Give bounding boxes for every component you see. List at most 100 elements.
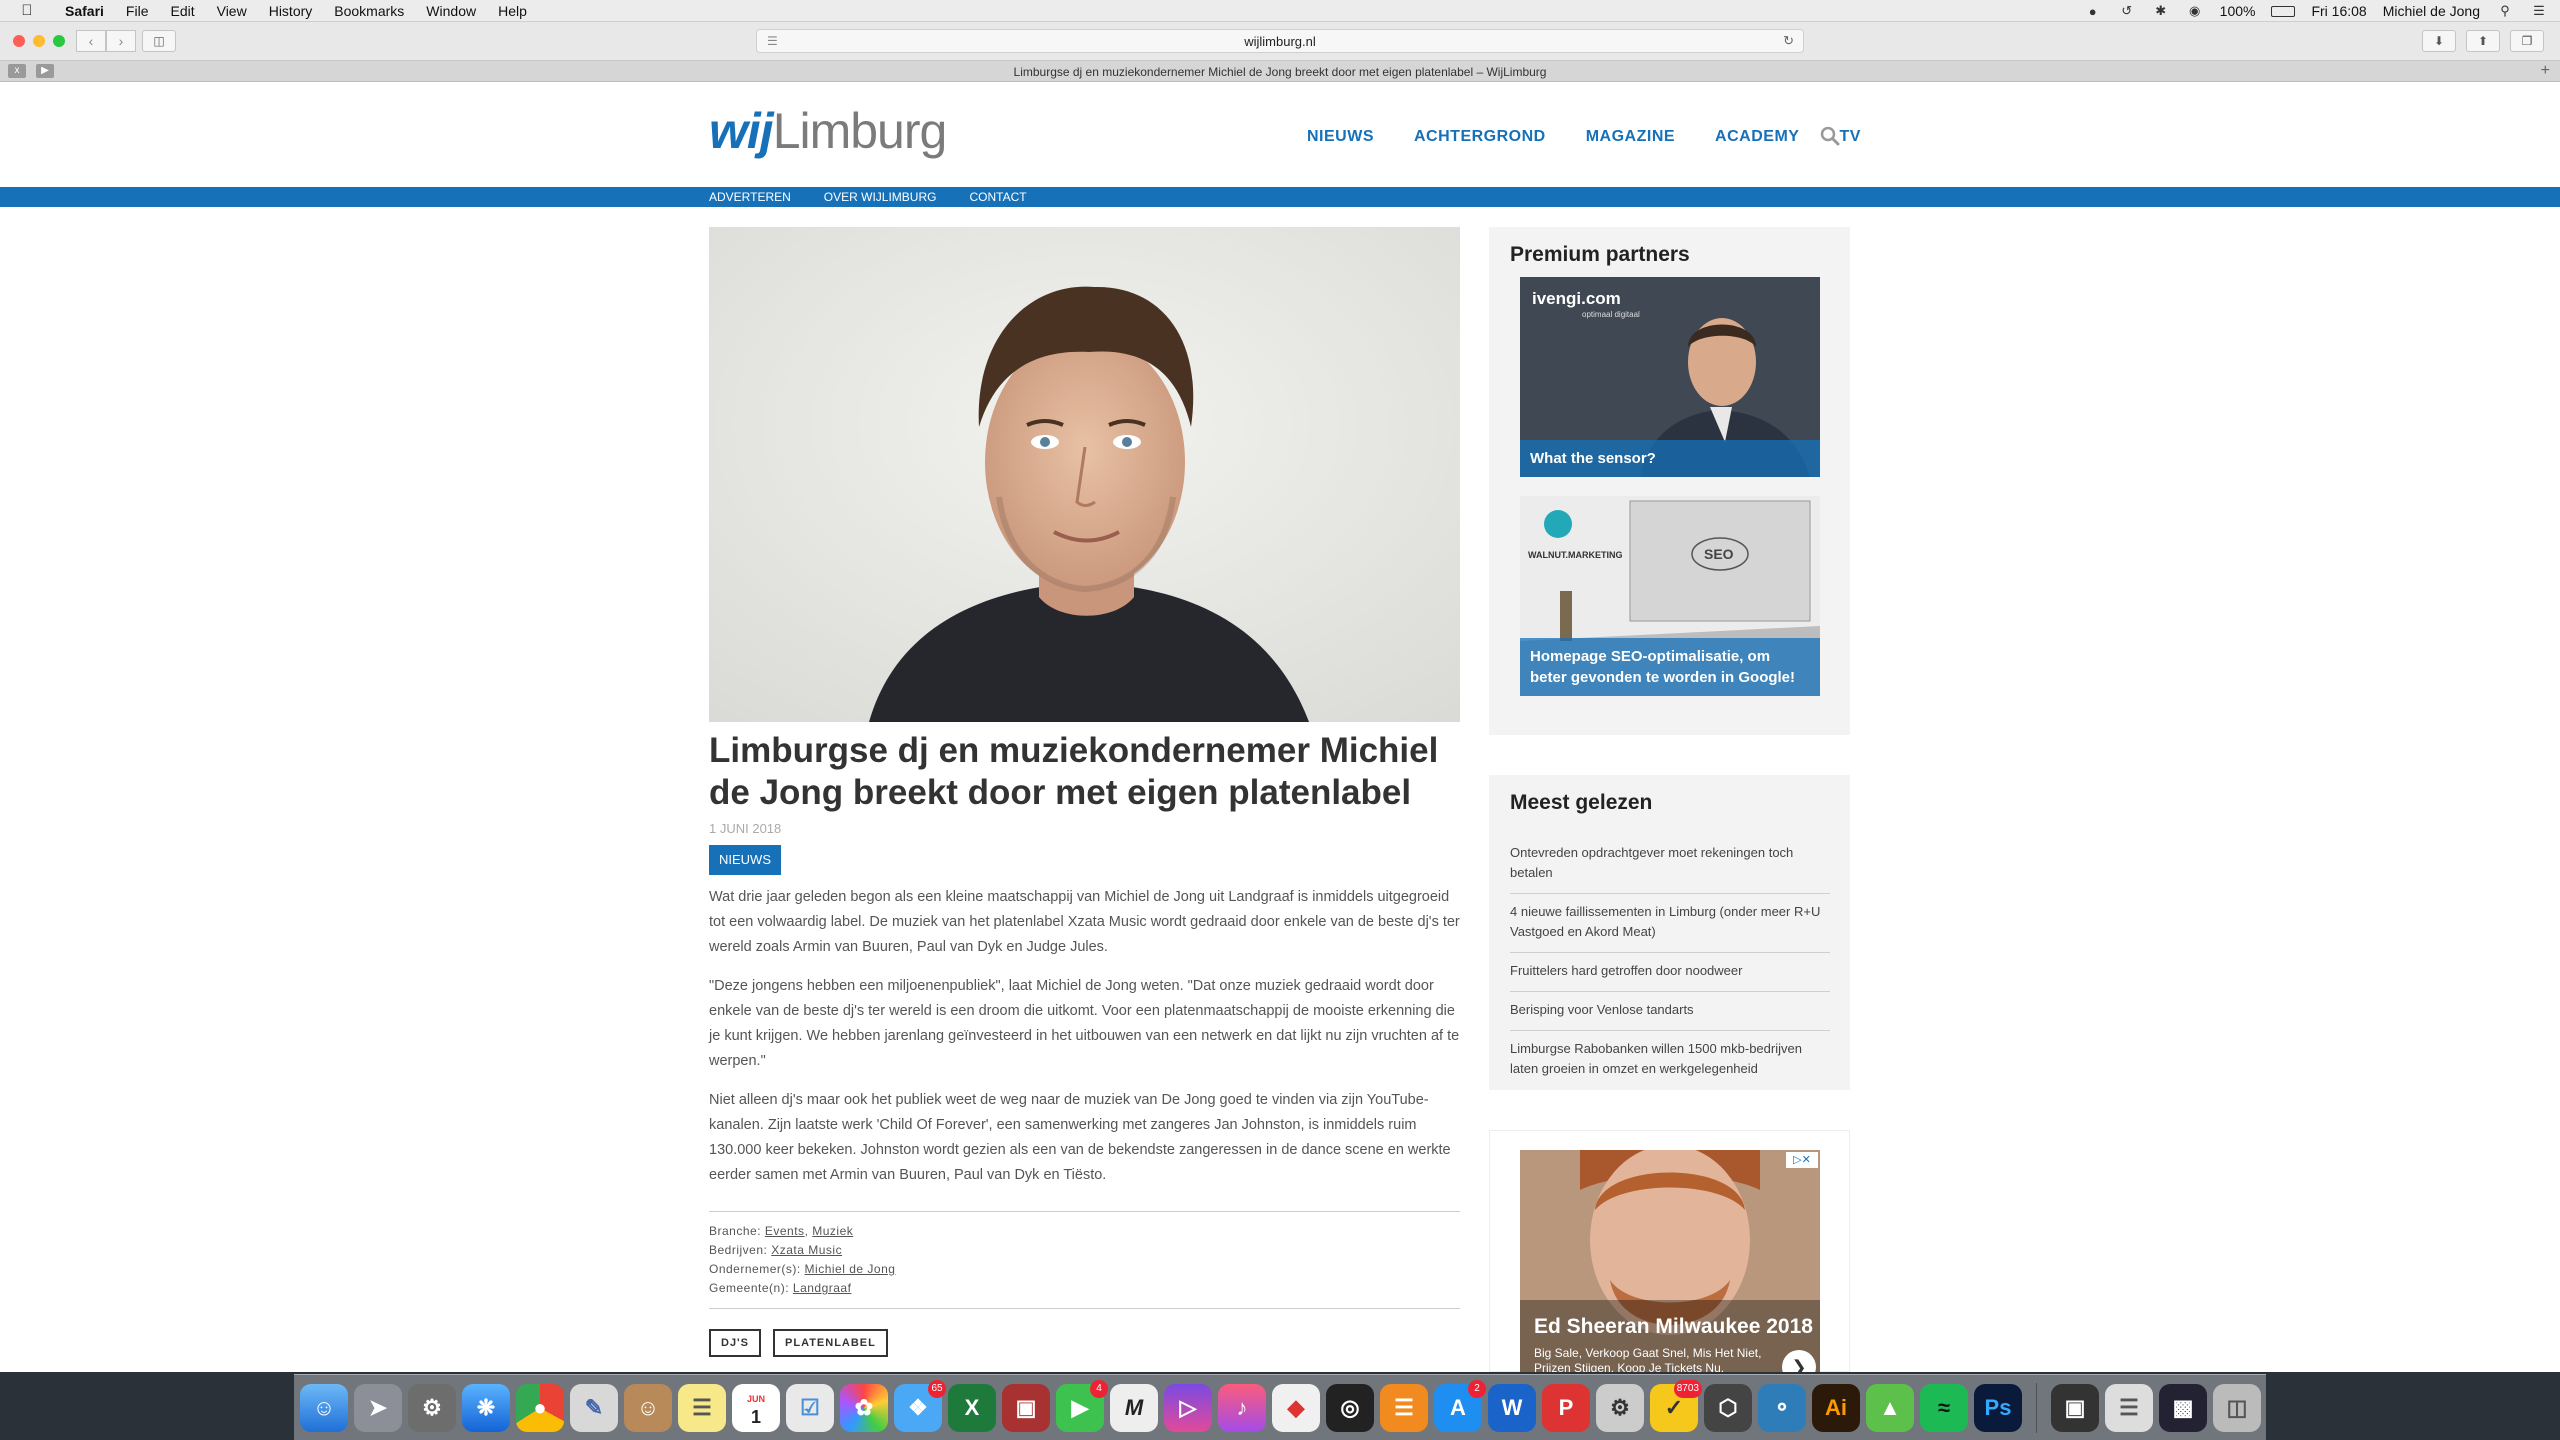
menu-view[interactable]: View [206,0,258,22]
new-tab-button[interactable]: + [2541,62,2550,80]
meta-bedrijven-link[interactable]: Xzata Music [771,1243,842,1257]
wifi-icon[interactable]: ◉ [2186,3,2204,18]
network-icon[interactable]: ⚬ [1758,1383,1806,1432]
nav-nieuws[interactable]: NIEUWS [1307,128,1374,146]
notes-icon[interactable]: ☰ [678,1383,726,1432]
system-preferences-icon[interactable]: ⚙ [408,1383,456,1432]
messages-icon[interactable]: ❖ 65 [894,1379,946,1432]
menu-app-name[interactable]: Safari [54,0,115,22]
category-badge[interactable]: NIEUWS [709,845,781,875]
finder-icon[interactable]: ☺ [300,1383,348,1432]
partner-walnut-brand: WALNUT.MARKETING [1528,550,1623,560]
divider [709,1211,1460,1212]
partner-walnut-caption: Homepage SEO-optimalisatie, om beter gev… [1520,638,1820,696]
close-window-button[interactable] [13,35,25,47]
reload-icon[interactable]: ↻ [1783,33,1794,49]
menu-history[interactable]: History [258,0,324,22]
menu-help[interactable]: Help [487,0,538,22]
subnav-contact[interactable]: CONTACT [969,190,1026,204]
image-stack-icon[interactable]: ▣ [2051,1383,2099,1432]
sidebar-toggle-button[interactable]: ◫ [142,30,176,52]
forward-button[interactable]: › [106,30,136,52]
reminders-icon[interactable]: ☑ [786,1383,834,1432]
photos-icon[interactable]: ✿ [840,1383,888,1432]
tag-platenlabel[interactable]: PLATENLABEL [773,1329,888,1357]
excel-icon[interactable]: X [948,1383,996,1432]
nav-achtergrond[interactable]: ACHTERGROND [1414,128,1546,146]
meta-gemeente-link[interactable]: Landgraaf [793,1281,852,1295]
most-read-item[interactable]: 4 nieuwe faillissementen in Limburg (ond… [1510,894,1830,953]
notification-center-icon[interactable]: ☰ [2530,3,2548,18]
search-icon[interactable] [1820,126,1840,146]
zoom-window-button[interactable] [53,35,65,47]
partner-card-walnut[interactable]: SEO WALNUT.MARKETING Homepage SEO-optima… [1520,496,1820,696]
tabs-overview-button[interactable]: ❐ [2510,30,2544,52]
adchoices-icon[interactable]: ▷✕ [1786,1152,1818,1168]
photoshop-icon[interactable]: Ps [1974,1383,2022,1432]
address-bar[interactable]: ☰ wijlimburg.nl ↻ [756,29,1804,53]
partner-card-ivengi[interactable]: ivengi.com optimaal digitaal What the se… [1520,277,1820,477]
spotlight-icon[interactable]: ⚲ [2496,3,2514,18]
menu-clock[interactable]: Fri 16:08 [2311,3,2366,19]
itunes-icon[interactable]: ♪ [1218,1383,1266,1432]
word-icon[interactable]: W [1488,1383,1536,1432]
preview-icon[interactable]: ✎ [570,1383,618,1432]
disk-utility-icon[interactable]: ⚙ [1596,1383,1644,1432]
most-read-item[interactable]: Limburgse Rabobanken willen 1500 mkb-bed… [1510,1031,1830,1089]
share-button[interactable]: ⬆ [2466,30,2500,52]
tag-djs[interactable]: DJ'S [709,1329,762,1357]
menu-file[interactable]: File [115,0,160,22]
back-button[interactable]: ‹ [76,30,106,52]
facetime-icon[interactable]: ▶ 4 [1056,1379,1108,1432]
creative-cloud-icon[interactable]: ● [2084,4,2102,19]
ibooks-icon[interactable]: ☰ [1380,1383,1428,1432]
nav-academy[interactable]: ACADEMY [1715,128,1799,146]
most-read-item[interactable]: Berisping voor Venlose tandarts [1510,992,1830,1031]
menu-edit[interactable]: Edit [159,0,205,22]
advertisement[interactable]: ▷✕ Ed Sheeran Milwaukee 2018 Big Sale, V… [1520,1150,1820,1376]
meta-branche-events-link[interactable]: Events [765,1224,805,1238]
powerpoint-icon[interactable]: P [1542,1383,1590,1432]
safari-icon[interactable]: ❋ [462,1383,510,1432]
launchpad-icon[interactable]: ➤ [354,1383,402,1432]
obs-icon[interactable]: ◎ [1326,1383,1374,1432]
calendar-icon[interactable]: JUN 1 [732,1383,780,1432]
music-maker-icon[interactable]: M [1110,1383,1158,1432]
final-cut-icon[interactable]: ▷ [1164,1383,1212,1432]
article-body: Wat drie jaar geleden begon als een klei… [709,885,1460,1202]
active-tab-title[interactable]: Limburgse dj en muziekondernemer Michiel… [0,65,2560,79]
norton-icon[interactable]: ✓ 8703 [1650,1379,1702,1432]
bluetooth-icon[interactable]: ✱ [2152,3,2170,18]
apple-menu-icon[interactable]:  [0,2,54,19]
partner-walnut-image-text: SEO [1704,546,1734,562]
most-read-item[interactable]: Fruittelers hard getroffen door noodweer [1510,953,1830,992]
subnav-over-wijlimburg[interactable]: OVER WIJLIMBURG [824,190,937,204]
contacts-icon[interactable]: ☺ [624,1383,672,1432]
site-logo[interactable]: wijLimburg [709,102,947,160]
subnav-adverteren[interactable]: ADVERTEREN [709,190,791,204]
app-store-icon[interactable]: A2 [1434,1379,1486,1432]
git-icon[interactable]: ◆ [1272,1383,1320,1432]
unity-icon[interactable]: ⬡ [1704,1383,1752,1432]
chrome-icon[interactable]: ● [516,1383,564,1432]
main-nav: NIEUWS ACHTERGROND MAGAZINE ACADEMY TV [1307,128,1861,146]
photo-booth-icon[interactable]: ▣ [1002,1383,1050,1432]
trash-icon[interactable]: ◫ [2213,1383,2261,1432]
illustrator-icon[interactable]: Ai [1812,1383,1860,1432]
desktop-stack-icon[interactable]: ▩ [2159,1383,2207,1432]
meta-branche-muziek-link[interactable]: Muziek [812,1224,853,1238]
android-file-transfer-icon[interactable]: ▲ [1866,1383,1914,1432]
nav-magazine[interactable]: MAGAZINE [1586,128,1675,146]
meta-ondernemer-link[interactable]: Michiel de Jong [805,1262,896,1276]
most-read-item[interactable]: Ontevreden opdrachtgever moet rekeningen… [1510,835,1830,894]
menu-window[interactable]: Window [415,0,487,22]
documents-stack-icon[interactable]: ☰ [2105,1383,2153,1432]
time-machine-icon[interactable]: ↺ [2118,3,2136,18]
battery-icon[interactable] [2271,5,2296,17]
minimize-window-button[interactable] [33,35,45,47]
menu-user[interactable]: Michiel de Jong [2383,3,2480,19]
menu-bookmarks[interactable]: Bookmarks [323,0,415,22]
nav-tv[interactable]: TV [1839,128,1860,146]
downloads-button[interactable]: ⬇ [2422,30,2456,52]
spotify-icon[interactable]: ≈ [1920,1383,1968,1432]
